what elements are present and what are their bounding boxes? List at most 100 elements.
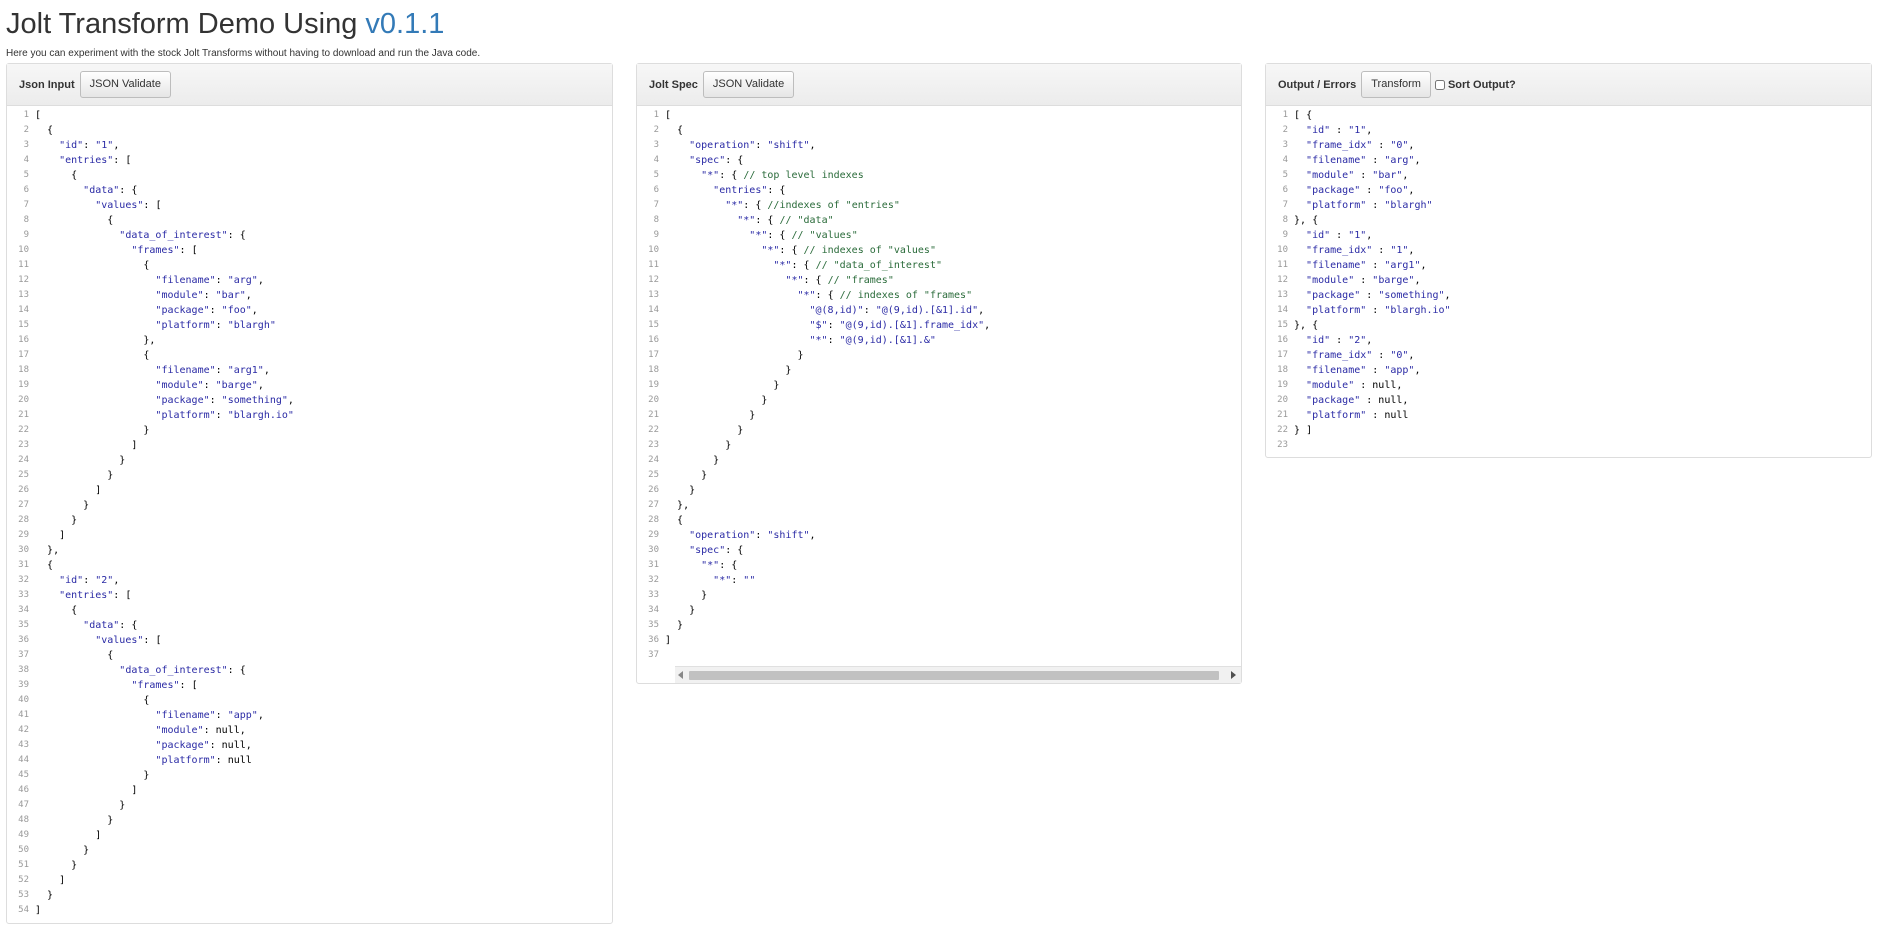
- code-line[interactable]: 18 "filename" : "app",: [1266, 363, 1871, 378]
- code-line[interactable]: 16 "*": "@(9,id).[&1].&": [637, 333, 1241, 348]
- code-line[interactable]: 23: [1266, 438, 1871, 453]
- code-line[interactable]: 3 "operation": "shift",: [637, 138, 1241, 153]
- code-line[interactable]: 21 "platform" : null: [1266, 408, 1871, 423]
- json-input-validate-button[interactable]: JSON Validate: [79, 71, 171, 98]
- code-line[interactable]: 18 }: [637, 363, 1241, 378]
- code-line[interactable]: 4 "filename" : "arg",: [1266, 153, 1871, 168]
- code-line[interactable]: 2 {: [7, 123, 612, 138]
- code-line[interactable]: 28 {: [637, 513, 1241, 528]
- json-input-editor[interactable]: 1[2 {3 "id": "1", 4 "entries": [5 {6 "dat…: [7, 106, 612, 918]
- code-line[interactable]: 3 "frame_idx" : "0",: [1266, 138, 1871, 153]
- code-line[interactable]: 9 "data_of_interest": {: [7, 228, 612, 243]
- code-line[interactable]: 28 }: [7, 513, 612, 528]
- sort-output-checkbox[interactable]: [1434, 79, 1445, 90]
- code-line[interactable]: 34 }: [637, 603, 1241, 618]
- code-line[interactable]: 31 "*": {: [637, 558, 1241, 573]
- code-line[interactable]: 1[: [7, 108, 612, 123]
- code-line[interactable]: 30 },: [7, 543, 612, 558]
- code-line[interactable]: 20 "package": "something",: [7, 393, 612, 408]
- jolt-spec-validate-button[interactable]: JSON Validate: [702, 71, 795, 98]
- code-line[interactable]: 12 "module" : "barge",: [1266, 273, 1871, 288]
- code-line[interactable]: 20 "package" : null,: [1266, 393, 1871, 408]
- code-line[interactable]: 1[: [637, 108, 1241, 123]
- code-line[interactable]: 23 }: [637, 438, 1241, 453]
- code-line[interactable]: 25 }: [7, 468, 612, 483]
- code-line[interactable]: 21 "platform": "blargh.io": [7, 408, 612, 423]
- code-line[interactable]: 15 "platform": "blargh": [7, 318, 612, 333]
- code-line[interactable]: 10 "*": { // indexes of "values": [637, 243, 1241, 258]
- code-line[interactable]: 31 {: [7, 558, 612, 573]
- code-line[interactable]: 6 "data": {: [7, 183, 612, 198]
- code-line[interactable]: 33 }: [637, 588, 1241, 603]
- code-line[interactable]: 32 "id": "2",: [7, 573, 612, 588]
- code-line[interactable]: 17 {: [7, 348, 612, 363]
- code-line[interactable]: 50 }: [7, 843, 612, 858]
- code-line[interactable]: 36]: [637, 633, 1241, 648]
- code-line[interactable]: 7 "values": [: [7, 198, 612, 213]
- code-line[interactable]: 42 "module": null,: [7, 723, 612, 738]
- code-line[interactable]: 16 "id" : "2",: [1266, 333, 1871, 348]
- code-line[interactable]: 3 "id": "1",: [7, 138, 612, 153]
- scroll-left-arrow-icon[interactable]: [678, 671, 683, 679]
- code-line[interactable]: 7 "platform" : "blargh": [1266, 198, 1871, 213]
- code-line[interactable]: 35 }: [637, 618, 1241, 633]
- code-line[interactable]: 13 "module": "bar",: [7, 288, 612, 303]
- code-line[interactable]: 11 {: [7, 258, 612, 273]
- code-line[interactable]: 25 }: [637, 468, 1241, 483]
- code-line[interactable]: 51 }: [7, 858, 612, 873]
- code-line[interactable]: 19 "module" : null,: [1266, 378, 1871, 393]
- code-line[interactable]: 17 "frame_idx" : "0",: [1266, 348, 1871, 363]
- code-line[interactable]: 23 ]: [7, 438, 612, 453]
- code-line[interactable]: 37: [637, 648, 1241, 663]
- output-editor[interactable]: 1[ {2 "id" : "1", 3 "frame_idx" : "0", 4 "…: [1266, 106, 1871, 453]
- code-line[interactable]: 12 "*": { // "frames": [637, 273, 1241, 288]
- code-line[interactable]: 36 "values": [: [7, 633, 612, 648]
- code-line[interactable]: 29 ]: [7, 528, 612, 543]
- code-line[interactable]: 8 {: [7, 213, 612, 228]
- code-line[interactable]: 15}, {: [1266, 318, 1871, 333]
- code-line[interactable]: 9 "*": { // "values": [637, 228, 1241, 243]
- code-line[interactable]: 48 }: [7, 813, 612, 828]
- code-line[interactable]: 19 "module": "barge",: [7, 378, 612, 393]
- code-line[interactable]: 24 }: [7, 453, 612, 468]
- scroll-right-arrow-icon[interactable]: [1231, 671, 1236, 679]
- code-line[interactable]: 26 ]: [7, 483, 612, 498]
- code-line[interactable]: 17 }: [637, 348, 1241, 363]
- code-line[interactable]: 5 {: [7, 168, 612, 183]
- code-line[interactable]: 10 "frames": [: [7, 243, 612, 258]
- sort-output-option[interactable]: Sort Output?: [1434, 79, 1516, 91]
- code-line[interactable]: 2 "id" : "1",: [1266, 123, 1871, 138]
- code-line[interactable]: 34 {: [7, 603, 612, 618]
- code-line[interactable]: 22} ]: [1266, 423, 1871, 438]
- code-line[interactable]: 32 "*": "": [637, 573, 1241, 588]
- code-line[interactable]: 53 }: [7, 888, 612, 903]
- code-line[interactable]: 45 }: [7, 768, 612, 783]
- code-line[interactable]: 13 "package" : "something",: [1266, 288, 1871, 303]
- scroll-thumb[interactable]: [689, 671, 1219, 680]
- code-line[interactable]: 4 "spec": {: [637, 153, 1241, 168]
- code-line[interactable]: 7 "*": { //indexes of "entries": [637, 198, 1241, 213]
- code-line[interactable]: 10 "frame_idx" : "1",: [1266, 243, 1871, 258]
- code-line[interactable]: 14 "platform" : "blargh.io": [1266, 303, 1871, 318]
- horizontal-scrollbar[interactable]: [675, 666, 1241, 683]
- code-line[interactable]: 22 }: [637, 423, 1241, 438]
- code-line[interactable]: 47 }: [7, 798, 612, 813]
- code-line[interactable]: 37 {: [7, 648, 612, 663]
- code-line[interactable]: 38 "data_of_interest": {: [7, 663, 612, 678]
- code-line[interactable]: 13 "*": { // indexes of "frames": [637, 288, 1241, 303]
- code-line[interactable]: 39 "frames": [: [7, 678, 612, 693]
- code-line[interactable]: 6 "entries": {: [637, 183, 1241, 198]
- code-line[interactable]: 5 "module" : "bar",: [1266, 168, 1871, 183]
- code-line[interactable]: 15 "$": "@(9,id).[&1].frame_idx",: [637, 318, 1241, 333]
- code-line[interactable]: 52 ]: [7, 873, 612, 888]
- code-line[interactable]: 6 "package" : "foo",: [1266, 183, 1871, 198]
- code-line[interactable]: 8 "*": { // "data": [637, 213, 1241, 228]
- code-line[interactable]: 24 }: [637, 453, 1241, 468]
- code-line[interactable]: 5 "*": { // top level indexes: [637, 168, 1241, 183]
- code-line[interactable]: 8}, {: [1266, 213, 1871, 228]
- code-line[interactable]: 14 "@(8,id)": "@(9,id).[&1].id",: [637, 303, 1241, 318]
- code-line[interactable]: 49 ]: [7, 828, 612, 843]
- code-line[interactable]: 44 "platform": null: [7, 753, 612, 768]
- code-line[interactable]: 26 }: [637, 483, 1241, 498]
- code-line[interactable]: 54]: [7, 903, 612, 918]
